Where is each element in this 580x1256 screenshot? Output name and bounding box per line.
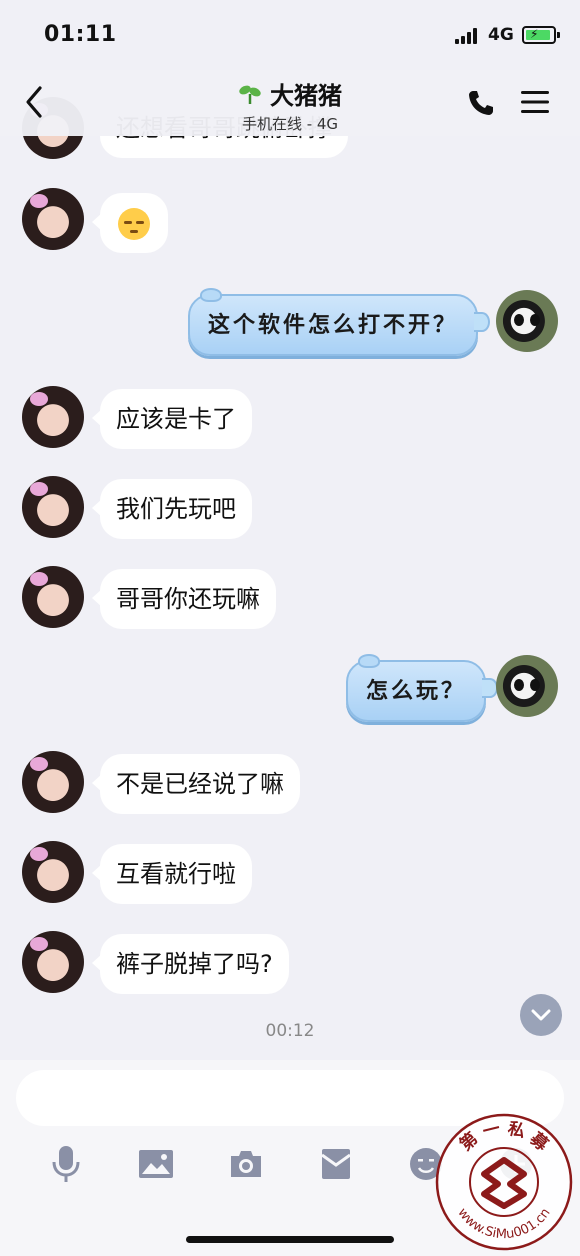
message-bubble-incoming[interactable]: 哥哥你还玩嘛	[92, 569, 276, 629]
message-bubble-outgoing[interactable]: 怎么玩？	[346, 654, 499, 722]
contact-avatar[interactable]	[22, 931, 84, 993]
my-avatar[interactable]	[496, 290, 558, 352]
network-type: 4G	[488, 25, 514, 45]
contact-avatar[interactable]	[22, 476, 84, 538]
contact-avatar[interactable]	[22, 841, 84, 903]
whale-decoration-icon	[200, 288, 222, 302]
message-bubble-incoming[interactable]: 互看就行啦	[92, 844, 252, 904]
photo-button[interactable]	[136, 1142, 176, 1186]
whale-decoration-icon	[358, 654, 380, 668]
microphone-icon	[52, 1146, 80, 1182]
contact-avatar[interactable]	[22, 566, 84, 628]
image-icon	[139, 1150, 173, 1178]
contact-avatar[interactable]	[22, 751, 84, 813]
red-envelope-button[interactable]	[316, 1142, 356, 1186]
sleepy-face-emoji-icon	[118, 208, 150, 240]
status-bar: 01:11 4G ⚡	[0, 0, 580, 70]
phone-icon	[469, 91, 493, 115]
voice-button[interactable]	[46, 1142, 86, 1186]
call-button[interactable]	[466, 88, 496, 118]
message-bubble-incoming[interactable]	[92, 193, 168, 253]
red-envelope-icon	[321, 1149, 351, 1179]
message-bubble-incoming[interactable]: 应该是卡了	[92, 389, 252, 449]
chevron-down-icon	[531, 1009, 551, 1021]
bubble-tail-icon	[474, 312, 491, 332]
message-timestamp: 00:12	[265, 1021, 315, 1041]
message-bubble-incoming[interactable]: 裤子脱掉了吗?	[92, 934, 289, 994]
menu-button[interactable]	[520, 89, 550, 115]
my-avatar[interactable]	[496, 655, 558, 717]
signal-strength-icon	[455, 28, 481, 44]
contact-avatar[interactable]	[22, 188, 84, 250]
contact-name: 大猪猪	[270, 82, 342, 110]
camera-button[interactable]	[226, 1142, 266, 1186]
hamburger-menu-icon	[521, 91, 549, 113]
message-bubble-incoming[interactable]: 我们先玩吧	[92, 479, 252, 539]
chat-header: 大猪猪 手机在线 - 4G	[0, 70, 580, 136]
battery-charging-icon: ⚡	[522, 26, 560, 44]
status-time: 01:11	[44, 22, 117, 47]
contact-avatar[interactable]	[22, 386, 84, 448]
home-indicator[interactable]	[186, 1236, 394, 1243]
message-text: 怎么玩？	[366, 678, 467, 704]
chat-area[interactable]: 还想看哥哥跳俯卧撑 这个软件怎么打不开？ 应该是卡了 我们先玩吧 哥哥你还玩嘛 …	[0, 0, 580, 1060]
camera-icon	[231, 1151, 261, 1177]
sprout-icon	[239, 85, 261, 104]
watermark-seal-logo: 第 一 私 募 www.SiMu001.cn	[435, 1113, 573, 1251]
scroll-to-bottom-button[interactable]	[520, 994, 562, 1036]
message-bubble-incoming[interactable]: 不是已经说了嘛	[92, 754, 300, 814]
message-bubble-outgoing[interactable]: 这个软件怎么打不开？	[188, 288, 491, 356]
message-text: 这个软件怎么打不开？	[208, 312, 459, 338]
